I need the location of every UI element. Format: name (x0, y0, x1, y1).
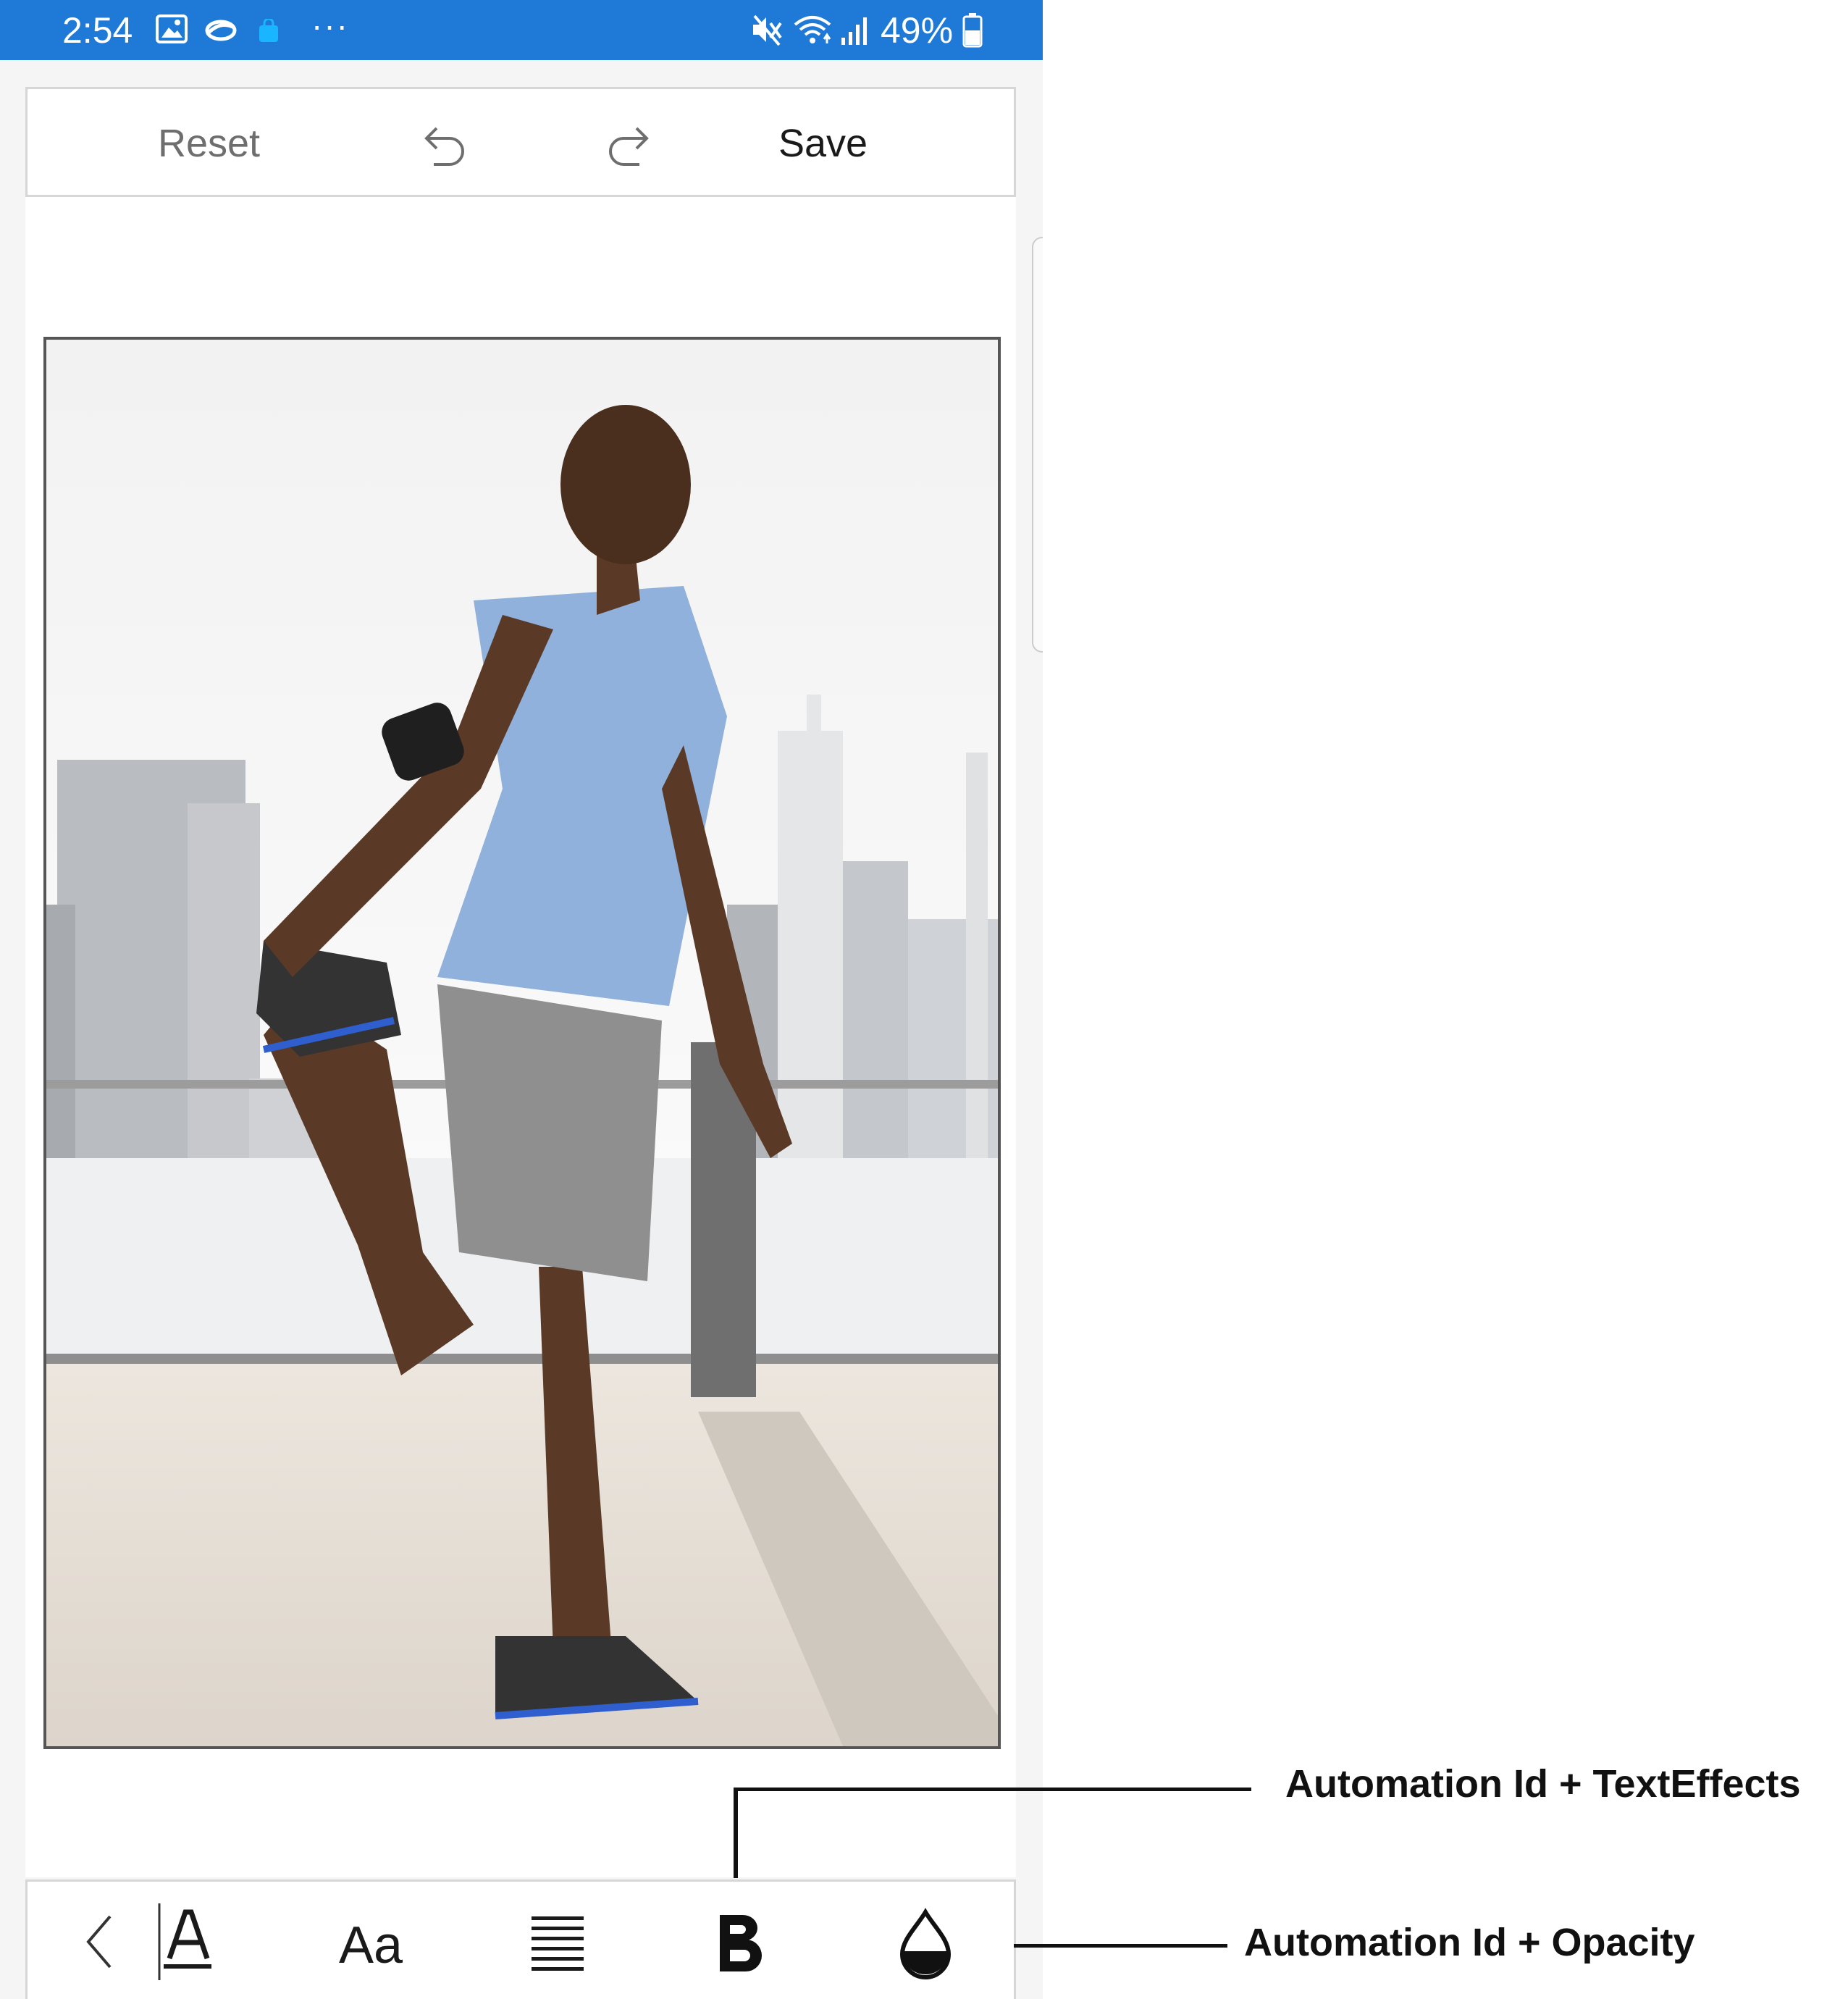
photo-illustration (46, 340, 998, 1746)
reset-button[interactable]: Reset (158, 121, 260, 166)
status-time: 2:54 (62, 10, 133, 51)
battery-percentage: 49% (881, 10, 954, 51)
phone-screen: 2:54 ··· 49% Reset Save Aa (0, 0, 1043, 1999)
image-icon (156, 14, 188, 47)
bold-icon[interactable] (714, 1911, 765, 1979)
callout-connector-opacity (1014, 1944, 1227, 1948)
callout-connector-text-effects (734, 1788, 1251, 1791)
back-chevron-icon[interactable] (78, 1909, 122, 1978)
bottom-toolbar: Aa (25, 1879, 1016, 1999)
more-icon: ··· (311, 7, 349, 44)
callout-opacity-label: Automation Id + Opacity (1244, 1921, 1695, 1964)
photo-image[interactable] (43, 337, 1001, 1749)
align-justify-icon[interactable] (529, 1912, 587, 1981)
bag-icon (257, 17, 280, 47)
callout-text-effects-label: Automation Id + TextEffects (1285, 1762, 1801, 1806)
battery-icon (962, 13, 983, 51)
status-bar: 2:54 ··· 49% (0, 0, 1043, 60)
redo-icon[interactable] (600, 117, 658, 178)
callout-connector-vertical (734, 1788, 738, 1878)
side-panel-handle[interactable] (1032, 237, 1043, 653)
cloud-icon (203, 17, 238, 47)
wifi-icon (792, 13, 833, 50)
text-color-icon[interactable] (155, 1899, 220, 1990)
mute-icon (750, 13, 784, 50)
font-size-icon[interactable]: Aa (339, 1916, 403, 1974)
undo-icon[interactable] (415, 117, 473, 178)
save-button[interactable]: Save (778, 121, 868, 166)
signal-icon (840, 14, 872, 50)
top-toolbar: Reset Save (25, 87, 1016, 197)
opacity-icon[interactable] (895, 1908, 956, 1984)
